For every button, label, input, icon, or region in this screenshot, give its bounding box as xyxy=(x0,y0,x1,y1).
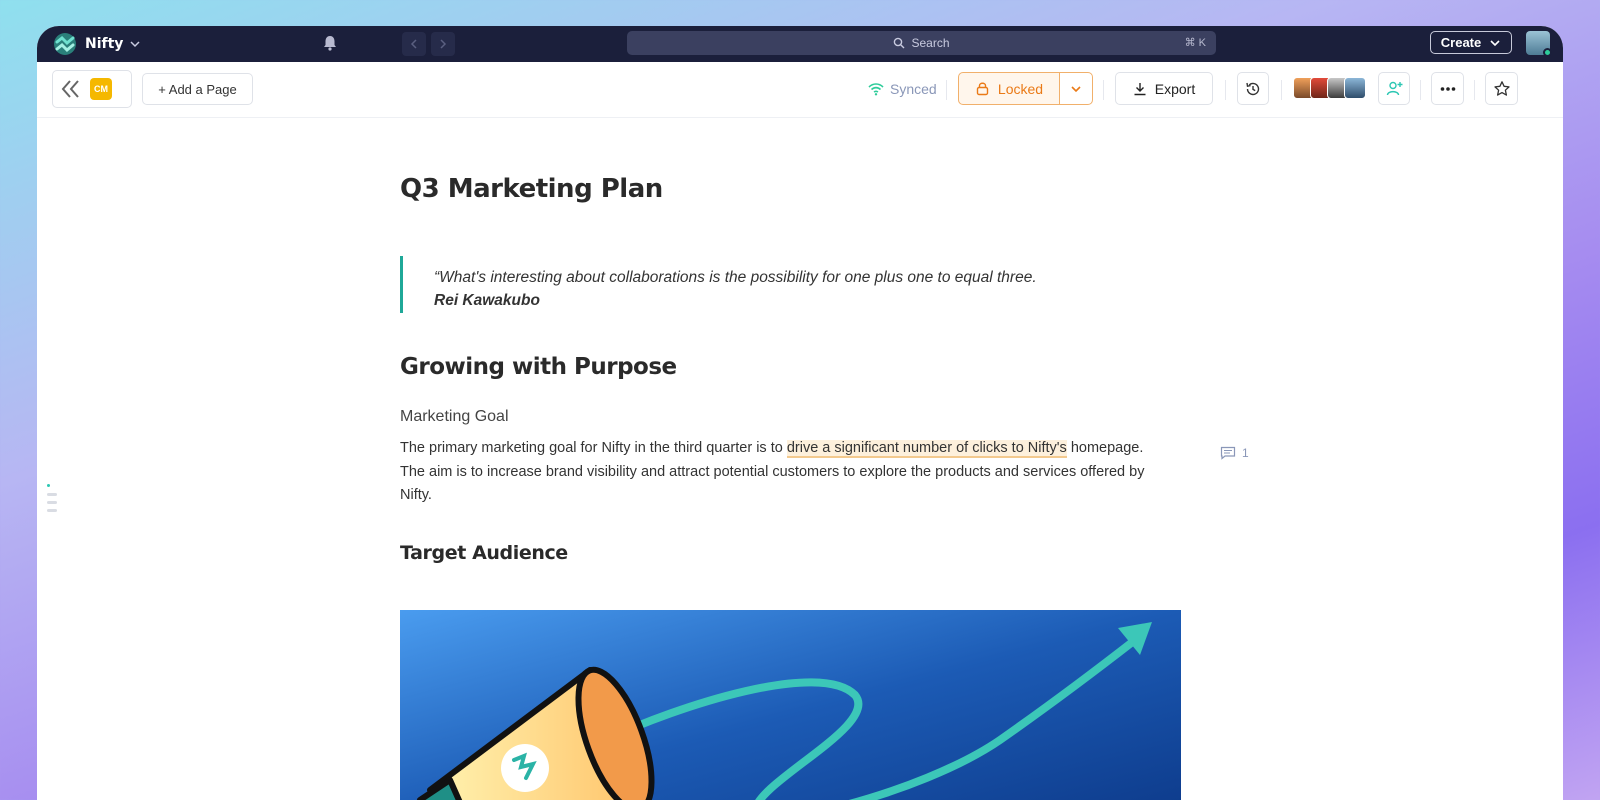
top-navigation-bar: Nifty Search ⌘ K Create xyxy=(37,26,1563,62)
member-avatars[interactable] xyxy=(1293,77,1366,99)
quote-author: Rei Kawakubo xyxy=(434,292,540,309)
paragraph-text: The primary marketing goal for Nifty in … xyxy=(400,440,787,456)
sync-status: Synced xyxy=(868,81,937,97)
divider xyxy=(1103,80,1104,100)
outline-item[interactable] xyxy=(47,509,57,512)
history-icon xyxy=(1246,82,1260,95)
app-window: Nifty Search ⌘ K Create CM + Add a Page … xyxy=(37,26,1563,800)
blockquote[interactable]: “What's interesting about collaborations… xyxy=(400,256,1160,313)
avatar xyxy=(1344,77,1366,99)
sync-status-label: Synced xyxy=(890,81,937,97)
star-icon xyxy=(1493,80,1510,96)
add-member-icon xyxy=(1386,81,1402,96)
wifi-icon xyxy=(868,83,884,96)
export-label: Export xyxy=(1154,80,1196,97)
chevron-down-icon xyxy=(1071,85,1081,92)
outline-item[interactable] xyxy=(47,493,57,496)
forward-button[interactable] xyxy=(431,32,455,56)
favorite-button[interactable] xyxy=(1485,72,1518,105)
lock-label: Locked xyxy=(997,80,1044,97)
megaphone-growth-image xyxy=(400,610,1181,800)
search-placeholder: Search xyxy=(911,36,950,50)
search-shortcut: ⌘ K xyxy=(1184,37,1206,49)
chevron-right-icon xyxy=(440,39,447,49)
chevron-down-icon xyxy=(130,41,140,48)
search-bar[interactable]: Search ⌘ K xyxy=(627,31,1216,55)
workspace-switcher[interactable]: Nifty xyxy=(53,32,141,56)
goal-label[interactable]: Marketing Goal xyxy=(400,408,509,426)
more-icon xyxy=(1440,86,1455,91)
more-options-button[interactable] xyxy=(1431,72,1464,105)
divider xyxy=(1420,80,1421,100)
comment-count: 1 xyxy=(1242,446,1249,460)
quote-text: “What's interesting about collaborations… xyxy=(434,269,1037,286)
hero-illustration[interactable] xyxy=(400,610,1181,800)
divider xyxy=(1281,80,1282,100)
subheading[interactable]: Target Audience xyxy=(400,542,568,564)
lock-icon xyxy=(976,82,989,96)
create-label: Create xyxy=(1440,35,1482,50)
create-button[interactable]: Create xyxy=(1430,31,1512,54)
outline-active-dot xyxy=(47,484,50,487)
add-member-button[interactable] xyxy=(1378,72,1410,105)
outline-item[interactable] xyxy=(47,501,57,504)
version-history-button[interactable] xyxy=(1237,72,1269,105)
lock-options-dropdown[interactable] xyxy=(1059,72,1093,105)
download-icon xyxy=(1134,82,1146,95)
page-outline[interactable] xyxy=(47,484,59,517)
double-chevron-left-icon xyxy=(61,80,79,98)
chevron-left-icon xyxy=(410,39,417,49)
document-toolbar: CM + Add a Page Synced Locked Export xyxy=(37,62,1563,118)
commented-highlight[interactable]: drive a significant number of clicks to … xyxy=(786,440,1067,458)
back-button[interactable] xyxy=(402,32,426,56)
page-title[interactable]: Q3 Marketing Plan xyxy=(400,174,663,204)
comment-icon xyxy=(1220,446,1236,460)
chevron-down-icon xyxy=(1490,39,1500,46)
workspace-badge: CM xyxy=(90,78,112,100)
goal-paragraph[interactable]: The primary marketing goal for Nifty in … xyxy=(400,437,1150,508)
user-avatar[interactable] xyxy=(1526,31,1552,57)
nifty-logo-icon xyxy=(54,33,76,55)
app-name: Nifty xyxy=(85,36,124,52)
divider xyxy=(1225,80,1226,100)
add-page-button[interactable]: + Add a Page xyxy=(142,73,253,105)
online-status-dot xyxy=(1543,48,1552,57)
search-icon xyxy=(894,37,905,49)
lock-button[interactable]: Locked xyxy=(958,72,1060,105)
collapse-sidebar-button[interactable]: CM xyxy=(52,70,132,108)
section-heading[interactable]: Growing with Purpose xyxy=(400,354,677,380)
divider xyxy=(1474,80,1475,100)
comment-indicator[interactable]: 1 xyxy=(1220,446,1249,460)
divider xyxy=(946,80,947,100)
export-button[interactable]: Export xyxy=(1115,72,1213,105)
bell-icon[interactable] xyxy=(321,34,339,52)
